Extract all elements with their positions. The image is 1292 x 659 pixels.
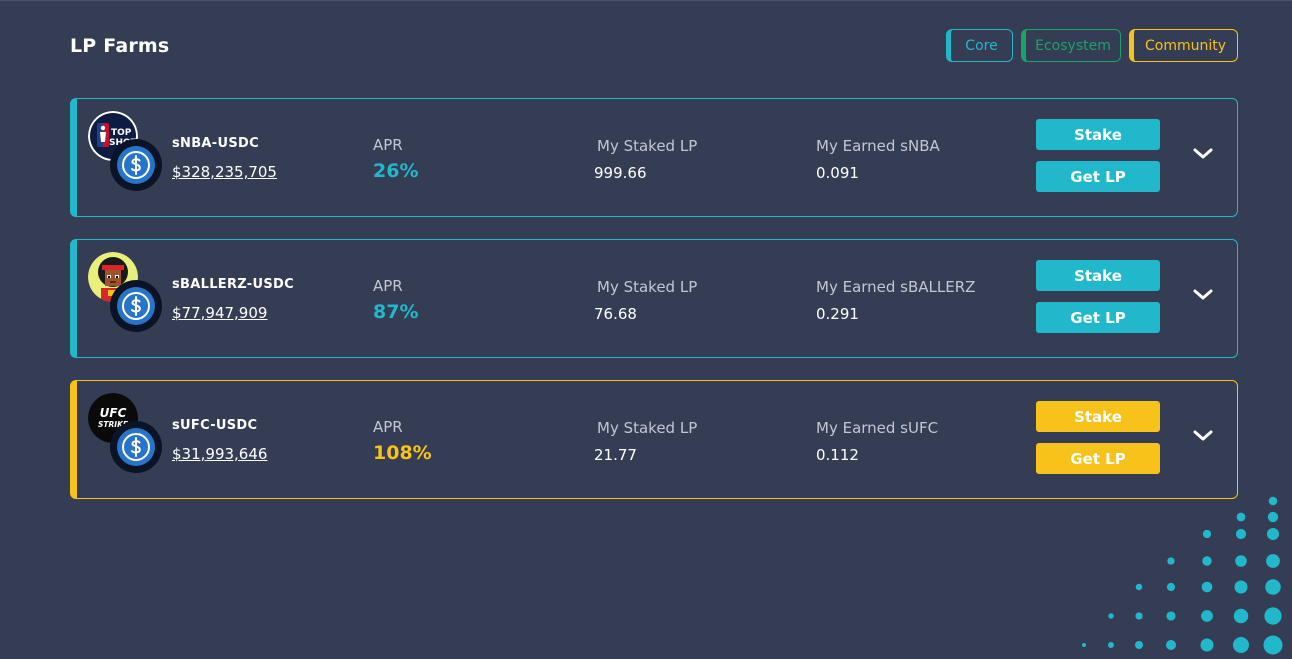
decorative-dot bbox=[1201, 581, 1213, 593]
pair-name: sBALLERZ-USDC bbox=[172, 277, 294, 292]
decorative-dot bbox=[1202, 529, 1212, 539]
pair-name: sUFC-USDC bbox=[172, 418, 258, 433]
decorative-dot bbox=[1166, 611, 1176, 621]
stake-button[interactable]: Stake bbox=[1036, 401, 1160, 432]
svg-text:TOP: TOP bbox=[111, 128, 132, 138]
decorative-dot bbox=[1201, 610, 1213, 622]
chevron-down-icon[interactable] bbox=[1192, 427, 1214, 443]
staked-lp-label: My Staked LP bbox=[597, 137, 698, 155]
stake-button[interactable]: Stake bbox=[1036, 260, 1160, 291]
decorative-dot bbox=[1266, 554, 1280, 568]
page-title: LP Farms bbox=[70, 35, 170, 57]
decorative-dot bbox=[1167, 557, 1175, 565]
staked-lp-value: 999.66 bbox=[594, 164, 647, 182]
decorative-dot bbox=[1233, 637, 1249, 653]
earned-value: 0.291 bbox=[816, 305, 859, 323]
apr-label: APR bbox=[373, 136, 403, 154]
staked-lp-label: My Staked LP bbox=[597, 419, 698, 437]
pair-tvl-link[interactable]: $328,235,705 bbox=[172, 163, 277, 181]
decorative-dot bbox=[1166, 582, 1176, 592]
decorative-dot bbox=[1202, 556, 1212, 566]
decorative-dot bbox=[1108, 613, 1114, 619]
pair-name: sNBA-USDC bbox=[172, 136, 259, 151]
farm-card-sufc: UFC STRIKE sUFC-USDC $31,993,646 APR 108… bbox=[70, 380, 1238, 499]
apr-label: APR bbox=[373, 277, 403, 295]
farm-card-sballerz: sBALLERZ-USDC $77,947,909 APR 87% My Sta… bbox=[70, 239, 1238, 358]
decorative-dot bbox=[1166, 640, 1176, 650]
decorative-dot bbox=[1235, 528, 1247, 540]
get-lp-button[interactable]: Get LP bbox=[1036, 302, 1160, 333]
decorative-dot-pattern bbox=[1082, 496, 1283, 655]
decorative-dot bbox=[1135, 612, 1143, 620]
staked-lp-value: 21.77 bbox=[594, 446, 637, 464]
farm-card-snba: TOP SHOT sNBA-USDC $328,235,705 APR 26% … bbox=[70, 98, 1238, 217]
usdc-logo-icon bbox=[110, 421, 162, 473]
filter-community[interactable]: Community bbox=[1129, 29, 1238, 62]
filter-ecosystem[interactable]: Ecosystem bbox=[1021, 29, 1121, 62]
apr-value: 26% bbox=[373, 160, 419, 182]
decorative-dot bbox=[1235, 555, 1247, 567]
stake-button[interactable]: Stake bbox=[1036, 119, 1160, 150]
decorative-dot bbox=[1135, 641, 1143, 649]
category-filters: Core Ecosystem Community bbox=[946, 29, 1238, 62]
top-divider bbox=[0, 0, 1292, 1]
decorative-dot bbox=[1108, 642, 1114, 648]
pair-tvl-link[interactable]: $31,993,646 bbox=[172, 445, 267, 463]
decorative-dot bbox=[1263, 635, 1283, 655]
decorative-dot bbox=[1268, 496, 1278, 506]
chevron-down-icon[interactable] bbox=[1192, 286, 1214, 302]
decorative-dot bbox=[1135, 583, 1143, 591]
apr-value: 108% bbox=[373, 442, 432, 464]
decorative-dot bbox=[1234, 580, 1248, 594]
earned-value: 0.112 bbox=[816, 446, 859, 464]
svg-text:UFC: UFC bbox=[100, 406, 127, 420]
earned-label: My Earned sUFC bbox=[816, 419, 939, 437]
decorative-dot bbox=[1266, 527, 1280, 541]
apr-label: APR bbox=[373, 418, 403, 436]
pair-tvl-link[interactable]: $77,947,909 bbox=[172, 304, 267, 322]
staked-lp-value: 76.68 bbox=[594, 305, 637, 323]
filter-core[interactable]: Core bbox=[946, 29, 1013, 62]
chevron-down-icon[interactable] bbox=[1192, 145, 1214, 161]
decorative-dot bbox=[1265, 579, 1281, 595]
decorative-dot bbox=[1200, 638, 1214, 652]
earned-label: My Earned sBALLERZ bbox=[816, 278, 976, 296]
decorative-dot bbox=[1082, 643, 1086, 647]
get-lp-button[interactable]: Get LP bbox=[1036, 443, 1160, 474]
usdc-logo-icon bbox=[110, 280, 162, 332]
decorative-dot bbox=[1264, 607, 1282, 625]
get-lp-button[interactable]: Get LP bbox=[1036, 161, 1160, 192]
apr-value: 87% bbox=[373, 301, 419, 323]
decorative-dot bbox=[1267, 511, 1279, 523]
earned-label: My Earned sNBA bbox=[816, 137, 940, 155]
decorative-dot bbox=[1236, 512, 1246, 522]
usdc-logo-icon bbox=[110, 139, 162, 191]
earned-value: 0.091 bbox=[816, 164, 859, 182]
decorative-dot bbox=[1233, 608, 1249, 624]
staked-lp-label: My Staked LP bbox=[597, 278, 698, 296]
